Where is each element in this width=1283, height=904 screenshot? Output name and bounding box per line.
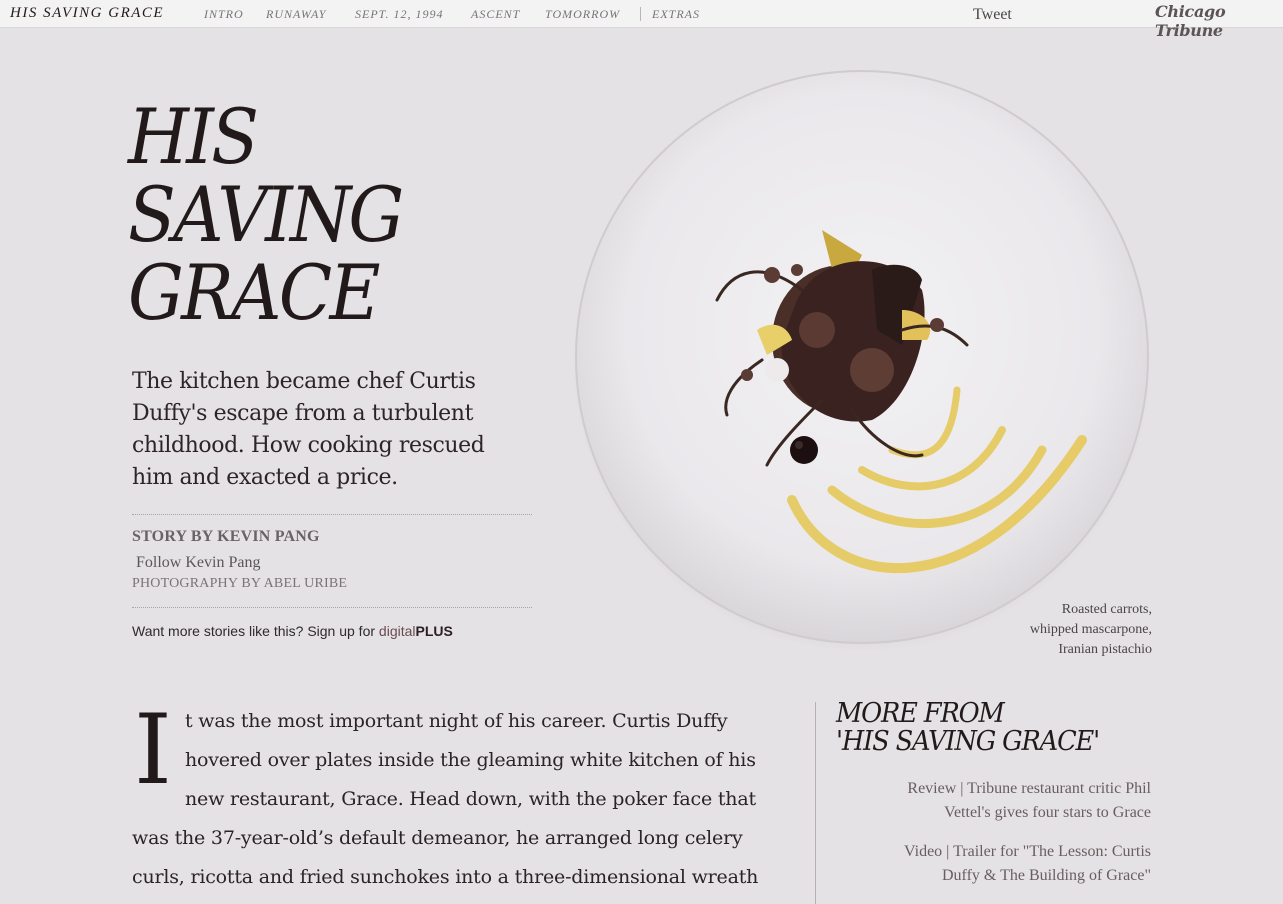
photo-caption: Roasted carrots, whipped mascarpone, Ira…	[1030, 600, 1152, 660]
drop-cap: I	[134, 694, 172, 806]
article-line: new restaurant, Grace. Head down, with t…	[185, 788, 756, 810]
nav-extras[interactable]: EXTRAS	[652, 7, 700, 22]
article-line: t was the most important night of his ca…	[185, 710, 728, 732]
photo-credit: PHOTOGRAPHY BY ABEL URIBE	[132, 576, 348, 591]
more-link-review[interactable]: Review | Tribune restaurant critic Phil …	[831, 777, 1151, 825]
nav-tomorrow[interactable]: TOMORROW	[545, 7, 620, 22]
top-navigation: HIS SAVING GRACE INTRO RUNAWAY SEPT. 12,…	[0, 0, 1283, 40]
headline-line-1: HIS	[128, 92, 259, 181]
site-brand[interactable]: HIS SAVING GRACE	[10, 5, 164, 22]
headline: HIS SAVING GRACE	[128, 98, 514, 332]
more-from-line-1: MORE FROM	[836, 698, 1005, 729]
signup-text: Want more stories like this? Sign up for	[132, 623, 379, 639]
caption-line-1: Roasted carrots,	[1061, 602, 1152, 617]
hero-photo-plate	[572, 70, 1152, 652]
nav-divider	[640, 7, 641, 21]
byline: STORY BY KEVIN PANG	[132, 528, 320, 545]
more-link-video-line-1[interactable]: Video | Trailer for "The Lesson: Curtis	[831, 840, 1151, 864]
tweet-button[interactable]: Tweet	[973, 6, 1012, 24]
story-dek: The kitchen became chef Curtis Duffy's e…	[132, 369, 485, 490]
article-line: hovered over plates inside the gleaming …	[185, 749, 756, 771]
headline-line-3: GRACE	[128, 248, 380, 337]
signup-promo: Want more stories like this? Sign up for…	[132, 623, 453, 639]
more-link-video-line-2[interactable]: Duffy & The Building of Grace"	[831, 864, 1151, 888]
nav-ascent[interactable]: ASCENT	[471, 7, 520, 22]
more-from-line-2: 'HIS SAVING GRACE'	[836, 726, 1100, 757]
nav-runaway[interactable]: RUNAWAY	[266, 7, 326, 22]
caption-line-2: whipped mascarpone,	[1029, 622, 1152, 637]
caption-line-3: Iranian pistachio	[1058, 642, 1152, 657]
chicago-tribune-logo[interactable]: Chicago Tribune	[1155, 2, 1283, 40]
plated-dish-image	[572, 70, 1152, 652]
sidebar-divider	[815, 702, 816, 904]
article-line: was the 37-year-old’s default demeanor, …	[132, 827, 743, 849]
digitalplus-link-b[interactable]: PLUS	[416, 623, 453, 639]
nav-intro[interactable]: INTRO	[204, 7, 244, 22]
more-link-review-line-1[interactable]: Review | Tribune restaurant critic Phil	[831, 777, 1151, 801]
divider	[132, 607, 532, 608]
article-line: curls, ricotta and fried sunchokes into …	[132, 866, 759, 888]
more-from-heading: MORE FROM 'HIS SAVING GRACE'	[836, 700, 1140, 756]
digitalplus-link-a[interactable]: digital	[379, 623, 416, 639]
more-link-video[interactable]: Video | Trailer for "The Lesson: Curtis …	[831, 840, 1151, 888]
divider	[132, 514, 532, 515]
follow-author-link[interactable]: Follow Kevin Pang	[136, 554, 260, 572]
headline-line-2: SAVING	[128, 170, 404, 259]
more-link-review-line-2[interactable]: Vettel's gives four stars to Grace	[831, 801, 1151, 825]
nav-sept-12-1994[interactable]: SEPT. 12, 1994	[355, 7, 443, 22]
digitalplus-link[interactable]: digitalPLUS	[379, 623, 453, 639]
